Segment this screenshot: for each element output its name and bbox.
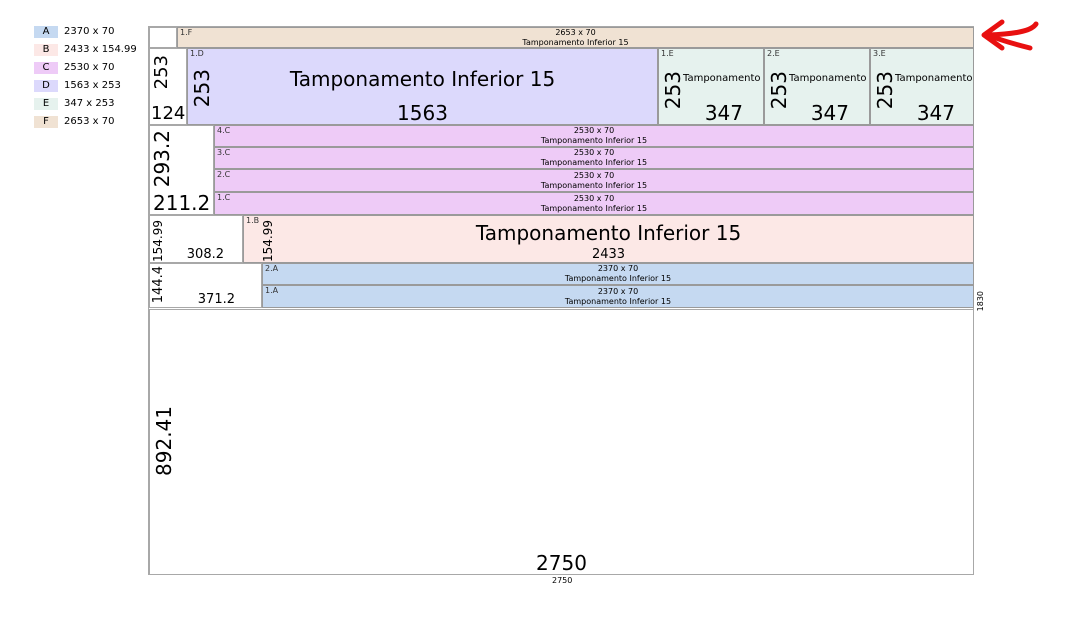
piece-dims: 2530 x 70 xyxy=(573,170,615,180)
piece-2e[interactable]: 2.E 253 Tamponamento 347 xyxy=(764,48,870,125)
waste-height: 144.4 xyxy=(151,266,166,304)
piece-height: 253 xyxy=(767,71,791,110)
waste-height: 253 xyxy=(151,55,172,90)
piece-4c[interactable]: 4.C 2530 x 70 Tamponamento Inferior 15 xyxy=(214,125,974,147)
piece-name: Tamponamento Inferior 15 xyxy=(475,221,742,245)
waste-d-row: 253 124 xyxy=(149,48,187,125)
sheet-width-label: 2750 xyxy=(552,576,573,585)
legend-label-c: 2530 x 70 xyxy=(64,62,115,73)
piece-3e[interactable]: 3.E 253 Tamponamento 347 xyxy=(870,48,974,125)
piece-1d[interactable]: 1.D 253 Tamponamento Inferior 15 1563 xyxy=(187,48,658,125)
waste-bottom: 892.41 2750 xyxy=(149,309,974,575)
waste-corner xyxy=(149,27,177,48)
piece-1e[interactable]: 1.E 253 Tamponamento 347 xyxy=(658,48,764,125)
waste-height: 293.2 xyxy=(150,130,174,188)
piece-dims: 2530 x 70 xyxy=(573,148,615,157)
legend-swatch-f: F xyxy=(34,116,58,128)
cutting-sheet: 1.F 2653 x 70 Tamponamento Inferior 15 2… xyxy=(148,26,974,575)
legend-label-f: 2653 x 70 xyxy=(64,116,115,127)
red-arrow-icon xyxy=(981,19,1039,51)
legend-item-b: B 2433 x 154.99 xyxy=(34,44,154,56)
piece-id: 1.E xyxy=(661,49,674,58)
piece-name: Tamponamento Inferior 15 xyxy=(540,203,648,213)
piece-width: 347 xyxy=(810,101,849,125)
sheet-height-label: 1830 xyxy=(976,291,985,312)
legend-swatch-a: A xyxy=(34,26,58,38)
waste-a-row: 144.4 371.2 xyxy=(149,263,262,308)
legend-swatch-b: B xyxy=(34,44,58,56)
piece-2c[interactable]: 2.C 2530 x 70 Tamponamento Inferior 15 xyxy=(214,169,974,192)
legend-item-f: F 2653 x 70 xyxy=(34,116,154,128)
waste-width: 124 xyxy=(151,103,186,124)
piece-name: Tamponamento Inferior 15 xyxy=(564,274,672,283)
piece-1a[interactable]: 1.A 2370 x 70 Tamponamento Inferior 15 xyxy=(262,285,974,308)
waste-width: 211.2 xyxy=(153,191,211,215)
legend-label-e: 347 x 253 xyxy=(64,98,115,109)
piece-width: 1563 xyxy=(397,101,448,125)
legend-item-d: D 1563 x 253 xyxy=(34,80,154,92)
waste-height: 892.41 xyxy=(152,406,176,476)
waste-width: 308.2 xyxy=(186,247,224,262)
piece-text: 2530 x 70 Tamponamento Inferior 15 xyxy=(215,148,973,168)
piece-id: 2.E xyxy=(767,49,780,58)
piece-2a[interactable]: 2.A 2370 x 70 Tamponamento Inferior 15 xyxy=(262,263,974,285)
piece-id: 3.E xyxy=(873,49,886,58)
legend-item-e: E 347 x 253 xyxy=(34,98,154,110)
piece-name: Tamponamento Inferior 15 xyxy=(540,136,648,145)
piece-text: 2653 x 70 Tamponamento Inferior 15 xyxy=(178,27,973,47)
piece-name: Tamponamento Inferior 15 xyxy=(522,37,629,47)
piece-name: Tamponamento Inferior 15 xyxy=(540,180,648,190)
piece-text: 2370 x 70 Tamponamento Inferior 15 xyxy=(263,287,973,307)
legend-label-b: 2433 x 154.99 xyxy=(64,44,137,55)
legend-item-a: A 2370 x 70 xyxy=(34,26,154,38)
waste-width: 371.2 xyxy=(197,292,235,307)
piece-text: 2530 x 70 Tamponamento Inferior 15 xyxy=(215,194,973,214)
legend-label-a: 2370 x 70 xyxy=(64,26,115,37)
piece-id: 1.D xyxy=(190,49,204,58)
piece-dims: 2370 x 70 xyxy=(597,286,639,296)
piece-dims: 2653 x 70 xyxy=(555,27,596,37)
piece-3c[interactable]: 3.C 2530 x 70 Tamponamento Inferior 15 xyxy=(214,147,974,169)
piece-width: 2433 xyxy=(591,247,626,262)
piece-text: 2370 x 70 Tamponamento Inferior 15 xyxy=(263,264,973,284)
piece-dims: 2370 x 70 xyxy=(597,264,639,273)
waste-b-row: 154.99 308.2 xyxy=(149,215,243,263)
piece-name: Tamponamento Inferior 15 xyxy=(564,296,672,306)
piece-1f[interactable]: 1.F 2653 x 70 Tamponamento Inferior 15 xyxy=(177,27,974,48)
legend-item-c: C 2530 x 70 xyxy=(34,62,154,74)
piece-dims: 2530 x 70 xyxy=(573,126,615,135)
waste-c-row: 293.2 211.2 xyxy=(149,125,214,215)
waste-width: 2750 xyxy=(536,551,587,575)
piece-name: Tamponamento Inferior 15 xyxy=(289,67,556,91)
piece-height: 253 xyxy=(873,71,897,110)
piece-height: 253 xyxy=(661,71,685,110)
legend-label-d: 1563 x 253 xyxy=(64,80,121,91)
waste-height: 154.99 xyxy=(151,220,165,262)
piece-text: 2530 x 70 Tamponamento Inferior 15 xyxy=(215,171,973,191)
piece-name: Tamponamento xyxy=(683,73,761,84)
piece-text: 2530 x 70 Tamponamento Inferior 15 xyxy=(215,126,973,146)
piece-dims: 2530 x 70 xyxy=(573,193,615,203)
piece-name: Tamponamento xyxy=(789,73,867,84)
legend-swatch-e: E xyxy=(34,98,58,110)
piece-name: Tamponamento xyxy=(895,73,973,84)
piece-1b[interactable]: 1.B 154.99 Tamponamento Inferior 15 2433 xyxy=(243,215,974,263)
legend-swatch-c: C xyxy=(34,62,58,74)
legend-swatch-d: D xyxy=(34,80,58,92)
piece-1c[interactable]: 1.C 2530 x 70 Tamponamento Inferior 15 xyxy=(214,192,974,215)
piece-width: 347 xyxy=(916,101,955,125)
piece-width: 347 xyxy=(704,101,743,125)
piece-name: Tamponamento Inferior 15 xyxy=(540,158,648,167)
